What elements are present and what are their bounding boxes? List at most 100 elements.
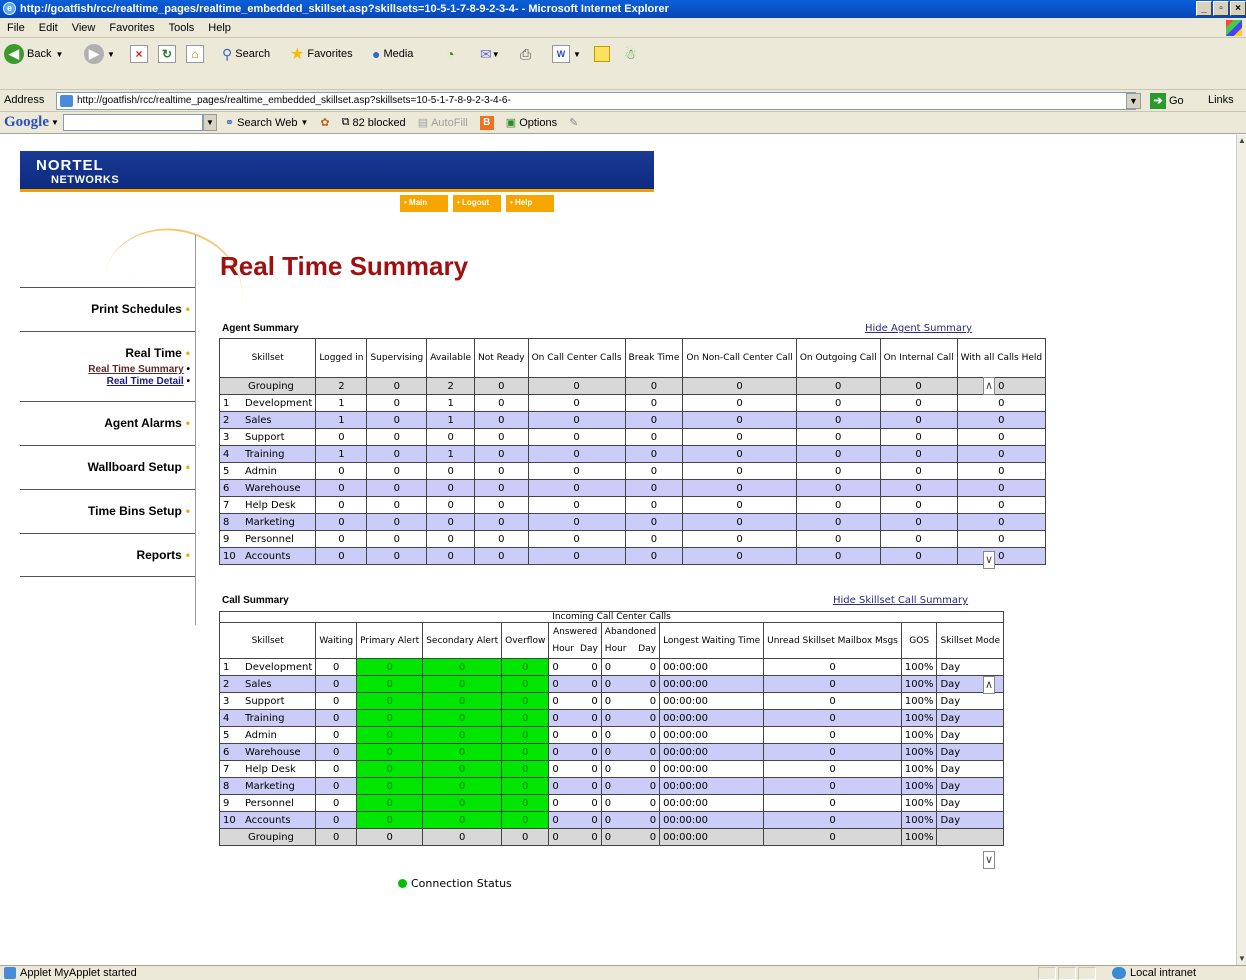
page-scrollbar[interactable]: ▲ ▼ <box>1236 135 1246 965</box>
skillset-name: Support <box>245 695 285 707</box>
nav-logout[interactable]: • Logout <box>453 195 501 212</box>
top-nav: • Main • Logout • Help <box>400 195 554 212</box>
home-button[interactable]: ⌂ <box>186 42 204 66</box>
sidebar-item-wallboard-setup[interactable]: Wallboard Setup • <box>20 445 196 489</box>
stop-icon: × <box>130 45 148 63</box>
agent-value-cell: 0 <box>527 479 626 497</box>
agent-value-cell: 0 <box>366 479 428 497</box>
status-text: Applet MyApplet started <box>20 967 137 979</box>
highlight-button[interactable]: ✎ <box>569 116 578 129</box>
messenger-button[interactable]: ☃ <box>624 42 637 66</box>
call-waiting-cell: 0 <box>315 658 358 676</box>
menu-file[interactable]: File <box>0 22 32 34</box>
call-ans-day-cell: 0 <box>577 811 602 829</box>
history-button[interactable]: ◔ <box>446 42 454 66</box>
stop-button[interactable]: × <box>130 42 148 66</box>
address-dropdown-button[interactable]: ▼ <box>1126 93 1141 109</box>
nav-help[interactable]: • Help <box>506 195 554 212</box>
call-gos-cell: 100% <box>900 658 938 676</box>
hide-agent-summary-link[interactable]: Hide Agent Summary <box>865 323 972 334</box>
agent-value-cell: 0 <box>682 462 797 480</box>
options-button[interactable]: ▣ Options <box>506 116 557 130</box>
agent-value-cell: 0 <box>879 428 958 446</box>
agent-value-cell: 0 <box>366 428 428 446</box>
refresh-button[interactable]: ↻ <box>158 42 176 66</box>
agent-grouping-row: Grouping 2 0 2 0 0 0 0 0 0 0 <box>218 377 1047 395</box>
google-logo[interactable]: Google <box>4 114 49 131</box>
sidebar-item-time-bins-setup[interactable]: Time Bins Setup • <box>20 489 196 533</box>
search-web-button[interactable]: ⚭ Search Web ▼ <box>225 116 308 130</box>
autofill-button[interactable]: ▤ AutoFill <box>418 116 468 130</box>
call-secondary-cell: 0 <box>422 794 503 812</box>
sidebar-item-reports[interactable]: Reports • <box>20 533 196 577</box>
forward-button[interactable]: ▶ ▼ <box>84 42 115 66</box>
blogger-button[interactable]: B <box>479 115 494 130</box>
mail-button[interactable]: ✉ ▼ <box>480 42 500 66</box>
menu-help[interactable]: Help <box>201 22 238 34</box>
agent-table-row: 7 Help Desk 0 0 0 0 0 0 0 0 0 0 <box>218 496 1047 514</box>
agent-skillset-cell: 1 Development <box>218 394 317 412</box>
agent-value-cell: 0 <box>624 394 684 412</box>
agent-value-cell: 0 <box>956 462 1047 480</box>
menu-view[interactable]: View <box>65 22 103 34</box>
skillset-number: 3 <box>223 695 230 707</box>
agent-col-8: On Outgoing Call <box>795 338 881 378</box>
hide-skillset-call-summary-link[interactable]: Hide Skillset Call Summary <box>833 595 968 606</box>
scroll-up-arrow-icon[interactable]: ▲ <box>1237 135 1246 147</box>
call-unread-cell: 0 <box>763 828 902 846</box>
sidebar-item-agent-alarms[interactable]: Agent Alarms • <box>20 401 196 445</box>
agent-table-row: 9 Personnel 0 0 0 0 0 0 0 0 0 0 <box>218 530 1047 548</box>
call-ab-day-cell: 0 <box>632 658 661 676</box>
close-button[interactable]: × <box>1230 1 1246 16</box>
call-scroll-down-button[interactable]: ∨ <box>983 851 995 869</box>
agent-value-cell: 0 <box>366 377 428 395</box>
google-search-input[interactable] <box>62 114 203 131</box>
maximize-button[interactable]: ▫ <box>1213 1 1229 16</box>
call-ans-hour-cell: 0 <box>548 777 578 795</box>
call-secondary-cell: 0 <box>422 811 503 829</box>
sidebar-subitem-real-time-summary[interactable]: Real Time Summary • <box>88 364 190 375</box>
skillset-number: 10 <box>223 550 236 562</box>
sidebar-item-print-schedules[interactable]: Print Schedules • <box>20 287 196 331</box>
agent-scroll-down-button[interactable]: ∨ <box>983 551 995 569</box>
word-button[interactable]: W ▼ <box>552 42 581 66</box>
sidebar-divider <box>195 235 196 625</box>
col-gos: GOS <box>900 622 938 659</box>
go-button[interactable]: ➔ Go <box>1150 93 1184 109</box>
skillset-name: Support <box>245 431 285 443</box>
agent-value-cell: 0 <box>366 445 428 463</box>
links-button[interactable]: Links <box>1208 94 1234 106</box>
skillset-number: 9 <box>223 797 230 809</box>
skillset-name: Sales <box>245 678 272 690</box>
call-longest-cell: 00:00:00 <box>659 760 765 778</box>
menu-edit[interactable]: Edit <box>32 22 65 34</box>
call-gos-cell: 100% <box>900 709 938 727</box>
agent-value-cell: 0 <box>682 530 797 548</box>
agent-value-cell: 0 <box>795 530 881 548</box>
media-button[interactable]: ● Media <box>372 42 413 66</box>
nav-main[interactable]: • Main <box>400 195 448 212</box>
back-button[interactable]: ◀ Back ▼ <box>4 42 63 66</box>
agent-value-cell: 0 <box>795 445 881 463</box>
call-scroll-up-button[interactable]: ∧ <box>983 676 995 694</box>
search-button[interactable]: ⚲ Search <box>222 42 270 66</box>
agent-scroll-up-button[interactable]: ∧ <box>983 377 995 395</box>
call-skillset-cell: 7 Help Desk <box>218 760 317 778</box>
favorites-button[interactable]: ★ Favorites <box>290 42 353 66</box>
notes-button[interactable] <box>594 42 610 66</box>
news-button[interactable]: ✿ <box>320 116 329 129</box>
skillset-number: 5 <box>223 465 230 477</box>
scroll-down-arrow-icon[interactable]: ▼ <box>1237 953 1246 965</box>
call-mode-cell: Day <box>936 709 1005 727</box>
menu-favorites[interactable]: Favorites <box>102 22 161 34</box>
google-search-dropdown[interactable]: ▼ <box>202 114 217 131</box>
menu-tools[interactable]: Tools <box>162 22 202 34</box>
call-waiting-cell: 0 <box>315 743 358 761</box>
col-unread-mailbox: Unread Skillset Mailbox Msgs <box>763 622 902 659</box>
popup-blocker-button[interactable]: ⧉ 82 blocked <box>342 116 406 129</box>
minimize-button[interactable]: _ <box>1196 1 1212 16</box>
address-input[interactable]: http://goatfish/rcc/realtime_pages/realt… <box>56 92 1136 110</box>
agent-value-cell: 0 <box>956 496 1047 514</box>
sidebar-subitem-real-time-detail[interactable]: Real Time Detail • <box>107 376 190 387</box>
print-button[interactable]: ⎙ <box>520 42 531 66</box>
